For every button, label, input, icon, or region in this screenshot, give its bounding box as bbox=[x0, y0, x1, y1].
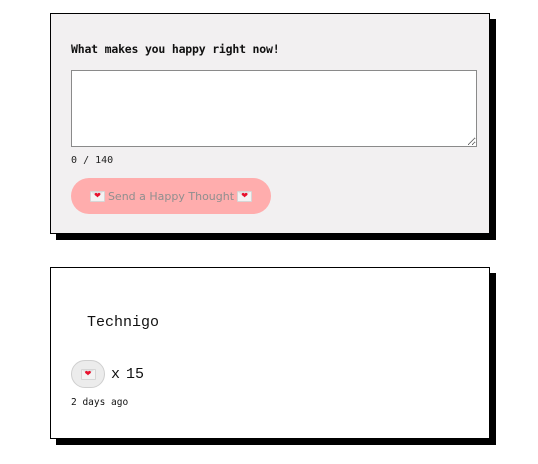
char-separator: / bbox=[83, 155, 90, 166]
envelope-heart-icon: ❤ bbox=[80, 368, 96, 380]
envelope-heart-icon: ❤ bbox=[237, 190, 253, 202]
thought-message: Technigo bbox=[87, 314, 160, 331]
char-count: 0 bbox=[71, 155, 78, 166]
like-button[interactable]: ❤ bbox=[71, 360, 105, 388]
thought-timestamp: 2 days ago bbox=[71, 397, 129, 408]
like-multiplier: x bbox=[111, 365, 121, 383]
thought-input[interactable] bbox=[71, 70, 477, 147]
send-happy-thought-button[interactable]: ❤ Send a Happy Thought ❤ bbox=[71, 178, 271, 214]
compose-card: What makes you happy right now! 0 / 140 … bbox=[50, 13, 490, 234]
like-count: x 15 bbox=[111, 366, 144, 383]
char-counter: 0 / 140 bbox=[71, 155, 475, 166]
like-count-value: 15 bbox=[126, 365, 145, 383]
compose-prompt: What makes you happy right now! bbox=[71, 42, 280, 56]
send-button-label: Send a Happy Thought bbox=[107, 189, 235, 203]
thought-card: Technigo ❤ x 15 2 days ago bbox=[50, 267, 490, 439]
envelope-heart-icon: ❤ bbox=[89, 190, 105, 202]
char-limit: 140 bbox=[95, 155, 114, 166]
like-row: ❤ x 15 bbox=[71, 360, 144, 388]
